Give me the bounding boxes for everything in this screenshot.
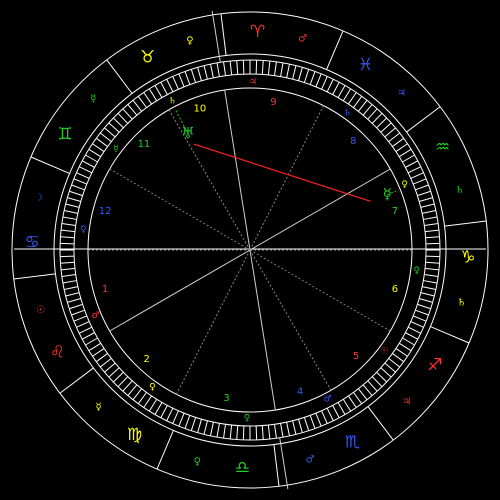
natal-chart-wheel: ♈ ♂ ♉ ♀ ♊ ☿ ♋ ☽ ♌ ☉ ♍ ☿ ♎ ♀ ♏ ♂ ♐ ♃ ♑ ♄ ♒ ♄ ♓ ♃ 1 ♂ 2 ♀ 3 ♀ 4 ♂ 5 ☉ 6 ♀ 7 ♀ 8… bbox=[0, 0, 500, 500]
house-number-11: 11 bbox=[138, 139, 151, 150]
saturn-ruler: ♄ bbox=[457, 298, 466, 309]
sagittarius-sign: ♐ bbox=[427, 356, 442, 376]
house-ruler-glyph: ♂ bbox=[91, 311, 99, 321]
house-ruler-glyph: ♀ bbox=[80, 225, 87, 235]
venus-ruler: ♀ bbox=[186, 35, 193, 46]
house-number-1: 1 bbox=[102, 284, 108, 295]
house-number-7: 7 bbox=[392, 206, 398, 217]
cancer-sign: ♋ bbox=[25, 232, 40, 252]
house-ruler-glyph: ♄ bbox=[344, 109, 352, 119]
virgo-sign: ♍ bbox=[127, 425, 142, 445]
scorpio-sign: ♏ bbox=[345, 432, 360, 452]
house-number-12: 12 bbox=[99, 206, 112, 217]
house-number-2: 2 bbox=[144, 354, 150, 365]
astrology-chart: ♈ ♂ ♉ ♀ ♊ ☿ ♋ ☽ ♌ ☉ ♍ ☿ ♎ ♀ ♏ ♂ ♐ ♃ ♑ ♄ ♒ ♄ ♓ ♃ 1 ♂ 2 ♀ 3 ♀ 4 ♂ 5 ☉ 6 ♀ 7 ♀ 8… bbox=[0, 0, 500, 500]
house-ruler-glyph: ☿ bbox=[113, 144, 119, 154]
aries-sign: ♈ bbox=[250, 22, 265, 42]
house-number-6: 6 bbox=[392, 284, 398, 295]
jupiter-ruler: ♃ bbox=[402, 396, 411, 407]
aquarius-sign: ♒ bbox=[435, 138, 450, 158]
house-number-5: 5 bbox=[353, 351, 359, 362]
leo-sign: ♌ bbox=[50, 342, 65, 362]
house-ruler-glyph: ♃ bbox=[249, 78, 257, 88]
jupiter-ruler: ♃ bbox=[397, 88, 406, 99]
house-ruler-glyph: ♄ bbox=[168, 96, 176, 106]
house-ruler-glyph: ♂ bbox=[324, 395, 332, 405]
mars-ruler: ♂ bbox=[298, 33, 307, 44]
house-ruler-glyph: ♀ bbox=[244, 413, 251, 423]
mercury-ruler: ☿ bbox=[90, 94, 96, 105]
house-number-10: 10 bbox=[194, 104, 207, 115]
house-number-3: 3 bbox=[223, 393, 229, 404]
moon-ruler: ☽ bbox=[34, 192, 43, 203]
house-number-9: 9 bbox=[270, 97, 276, 108]
house-ruler-glyph: ♀ bbox=[149, 382, 156, 392]
sun-ruler: ☉ bbox=[36, 305, 45, 316]
pisces-sign: ♓ bbox=[358, 55, 373, 75]
mars-ruler: ♂ bbox=[306, 455, 315, 466]
mercury-ruler: ☿ bbox=[95, 402, 101, 413]
capricorn-sign: ♑ bbox=[460, 248, 475, 268]
gemini-sign: ♊ bbox=[58, 124, 73, 144]
libra-sign: ♎ bbox=[235, 458, 250, 478]
house-ruler-glyph: ♀ bbox=[401, 180, 408, 190]
saturn-ruler: ♄ bbox=[455, 185, 464, 196]
venus-ruler: ♀ bbox=[194, 457, 201, 468]
house-number-8: 8 bbox=[350, 136, 356, 147]
house-ruler-glyph: ♀ bbox=[413, 266, 420, 276]
house-number-4: 4 bbox=[297, 386, 303, 397]
taurus-sign: ♉ bbox=[140, 48, 155, 68]
house-ruler-glyph: ☉ bbox=[380, 347, 388, 357]
